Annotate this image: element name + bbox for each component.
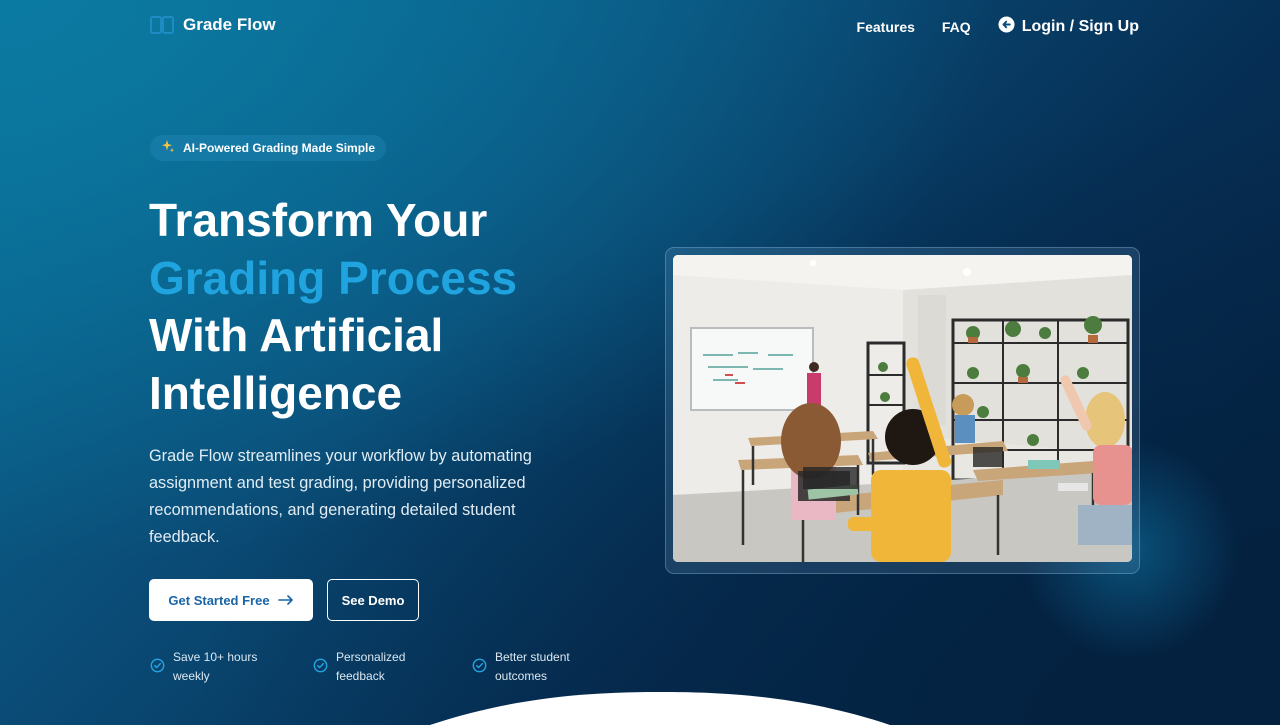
benefit-item-outcomes: Better student outcomes bbox=[472, 648, 585, 686]
headline-line-3: With Artificial bbox=[149, 309, 444, 361]
get-started-button[interactable]: Get Started Free bbox=[149, 579, 313, 621]
benefit-text: Save 10+ hours weekly bbox=[173, 650, 258, 683]
see-demo-label: See Demo bbox=[341, 592, 405, 608]
check-circle-icon bbox=[472, 658, 487, 678]
book-icon bbox=[150, 15, 174, 35]
headline-line-2-accent: Grading Process bbox=[149, 251, 518, 304]
feature-badge: AI-Powered Grading Made Simple bbox=[150, 135, 387, 161]
landing-page: Grade Flow Features FAQ Login / Sign Up … bbox=[0, 0, 1280, 725]
top-navigation: Features FAQ Login / Sign Up bbox=[857, 16, 1139, 38]
check-circle-icon bbox=[150, 658, 165, 678]
arrow-right-icon bbox=[277, 593, 294, 608]
hero-headline: Transform Your Grading Process With Arti… bbox=[149, 192, 517, 422]
arrow-left-circle-icon bbox=[998, 16, 1015, 38]
benefit-text: Better student outcomes bbox=[495, 650, 570, 683]
get-started-label: Get Started Free bbox=[168, 592, 270, 608]
classroom-photo bbox=[673, 255, 1132, 562]
nav-link-features[interactable]: Features bbox=[857, 19, 915, 35]
hero-image-card bbox=[665, 247, 1140, 574]
brand-logo[interactable]: Grade Flow bbox=[150, 15, 276, 35]
login-label: Login / Sign Up bbox=[1021, 18, 1139, 35]
brand-name: Grade Flow bbox=[183, 15, 276, 34]
check-circle-icon bbox=[313, 658, 328, 678]
headline-line-4: Intelligence bbox=[149, 366, 403, 419]
sparkles-icon bbox=[161, 139, 175, 158]
headline-line-1: Transform Your bbox=[149, 194, 488, 246]
see-demo-button[interactable]: See Demo bbox=[327, 579, 419, 621]
bottom-wave-divider bbox=[430, 692, 890, 725]
nav-link-faq[interactable]: FAQ bbox=[942, 19, 971, 35]
hero-description: Grade Flow streamlines your workflow by … bbox=[149, 447, 532, 546]
benefit-text: Personalized feedback bbox=[336, 650, 406, 683]
benefit-item-time: Save 10+ hours weekly bbox=[150, 648, 273, 686]
badge-text: AI-Powered Grading Made Simple bbox=[183, 141, 376, 155]
login-signup-link[interactable]: Login / Sign Up bbox=[998, 16, 1139, 38]
benefit-item-feedback: Personalized feedback bbox=[313, 648, 416, 686]
